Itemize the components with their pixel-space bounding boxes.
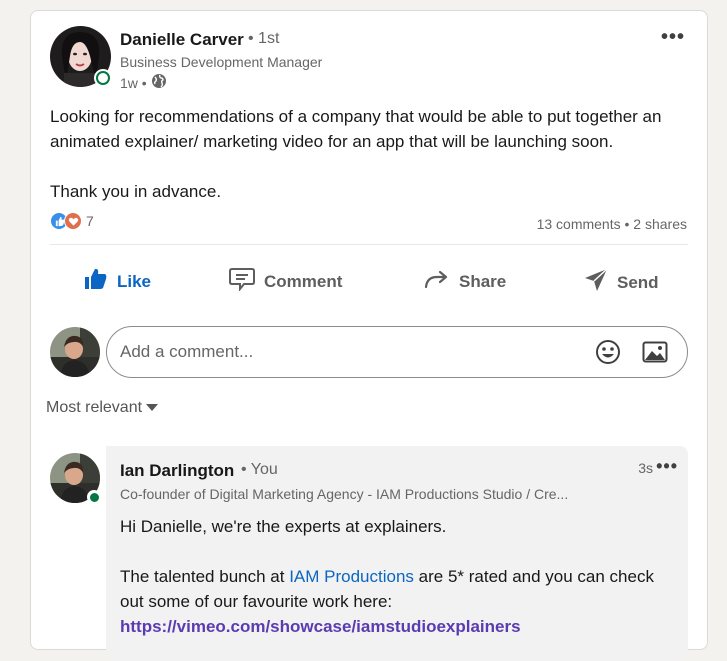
reactions-summary[interactable]: 7 (50, 212, 94, 230)
sort-comments-dropdown[interactable]: Most relevant (46, 399, 159, 417)
post-text: Looking for recommendations of a company… (50, 104, 690, 204)
share-button[interactable]: Share (423, 267, 506, 296)
connection-degree: • 1st (248, 30, 280, 47)
image-icon[interactable] (640, 337, 670, 367)
globe-icon (151, 73, 167, 92)
feed-post-card: Danielle Carver • 1st Business Developme… (30, 10, 708, 661)
comment-paragraph: https://vimeo.com/showcase/iamstudioexpl… (120, 614, 660, 639)
online-status-indicator (94, 69, 112, 87)
comment-time: 3s (638, 460, 653, 476)
send-label: Send (617, 272, 659, 292)
social-counts[interactable]: 13 comments • 2 shares (537, 216, 687, 232)
commenter-headline: Co-founder of Digital Marketing Agency -… (120, 486, 569, 502)
emoji-icon[interactable] (593, 337, 623, 367)
share-label: Share (459, 271, 507, 291)
send-icon (583, 267, 609, 298)
love-reaction-icon (64, 212, 82, 230)
post-meta: 1w • (120, 73, 167, 92)
like-icon (83, 267, 109, 296)
author-name[interactable]: Danielle Carver (120, 30, 244, 50)
comment-paragraph: The talented bunch at IAM Productions ar… (120, 564, 660, 614)
commenter-relation: • You (241, 461, 278, 478)
current-user-avatar[interactable] (50, 327, 100, 377)
company-mention-link[interactable]: IAM Productions (289, 567, 414, 586)
like-label: Like (117, 271, 152, 291)
reaction-count: 7 (86, 213, 94, 229)
sort-label: Most relevant (46, 399, 143, 416)
divider (50, 244, 688, 245)
post-paragraph: Thank you in advance. (50, 182, 222, 201)
comment-icon (228, 267, 256, 296)
comment-more-options-button[interactable]: ••• (656, 456, 678, 477)
author-headline: Business Development Manager (120, 54, 323, 70)
send-button[interactable]: Send (583, 267, 659, 298)
vimeo-link[interactable]: https://vimeo.com/showcase/iamstudioexpl… (120, 617, 521, 636)
post-time: 1w • (120, 74, 147, 91)
comment-paragraph: Hi Danielle, we're the experts at explai… (120, 517, 447, 536)
comment-button[interactable]: Comment (228, 267, 342, 296)
like-button[interactable]: Like (83, 267, 151, 296)
comment-item: Ian Darlington • You 3s ••• Co-founder o… (106, 446, 688, 661)
caret-down-icon (146, 399, 159, 417)
commenter-name[interactable]: Ian Darlington (120, 461, 234, 481)
comment-text: Hi Danielle, we're the experts at explai… (120, 514, 660, 639)
online-status-indicator (87, 490, 101, 504)
share-icon (423, 267, 451, 296)
post-paragraph: Looking for recommendations of a company… (50, 107, 662, 151)
add-comment-field[interactable] (106, 326, 688, 378)
comment-text-segment: The talented bunch at (120, 567, 290, 586)
comment-input[interactable] (120, 342, 593, 362)
comment-label: Comment (264, 271, 343, 291)
post-more-options-button[interactable]: ••• (661, 27, 685, 47)
